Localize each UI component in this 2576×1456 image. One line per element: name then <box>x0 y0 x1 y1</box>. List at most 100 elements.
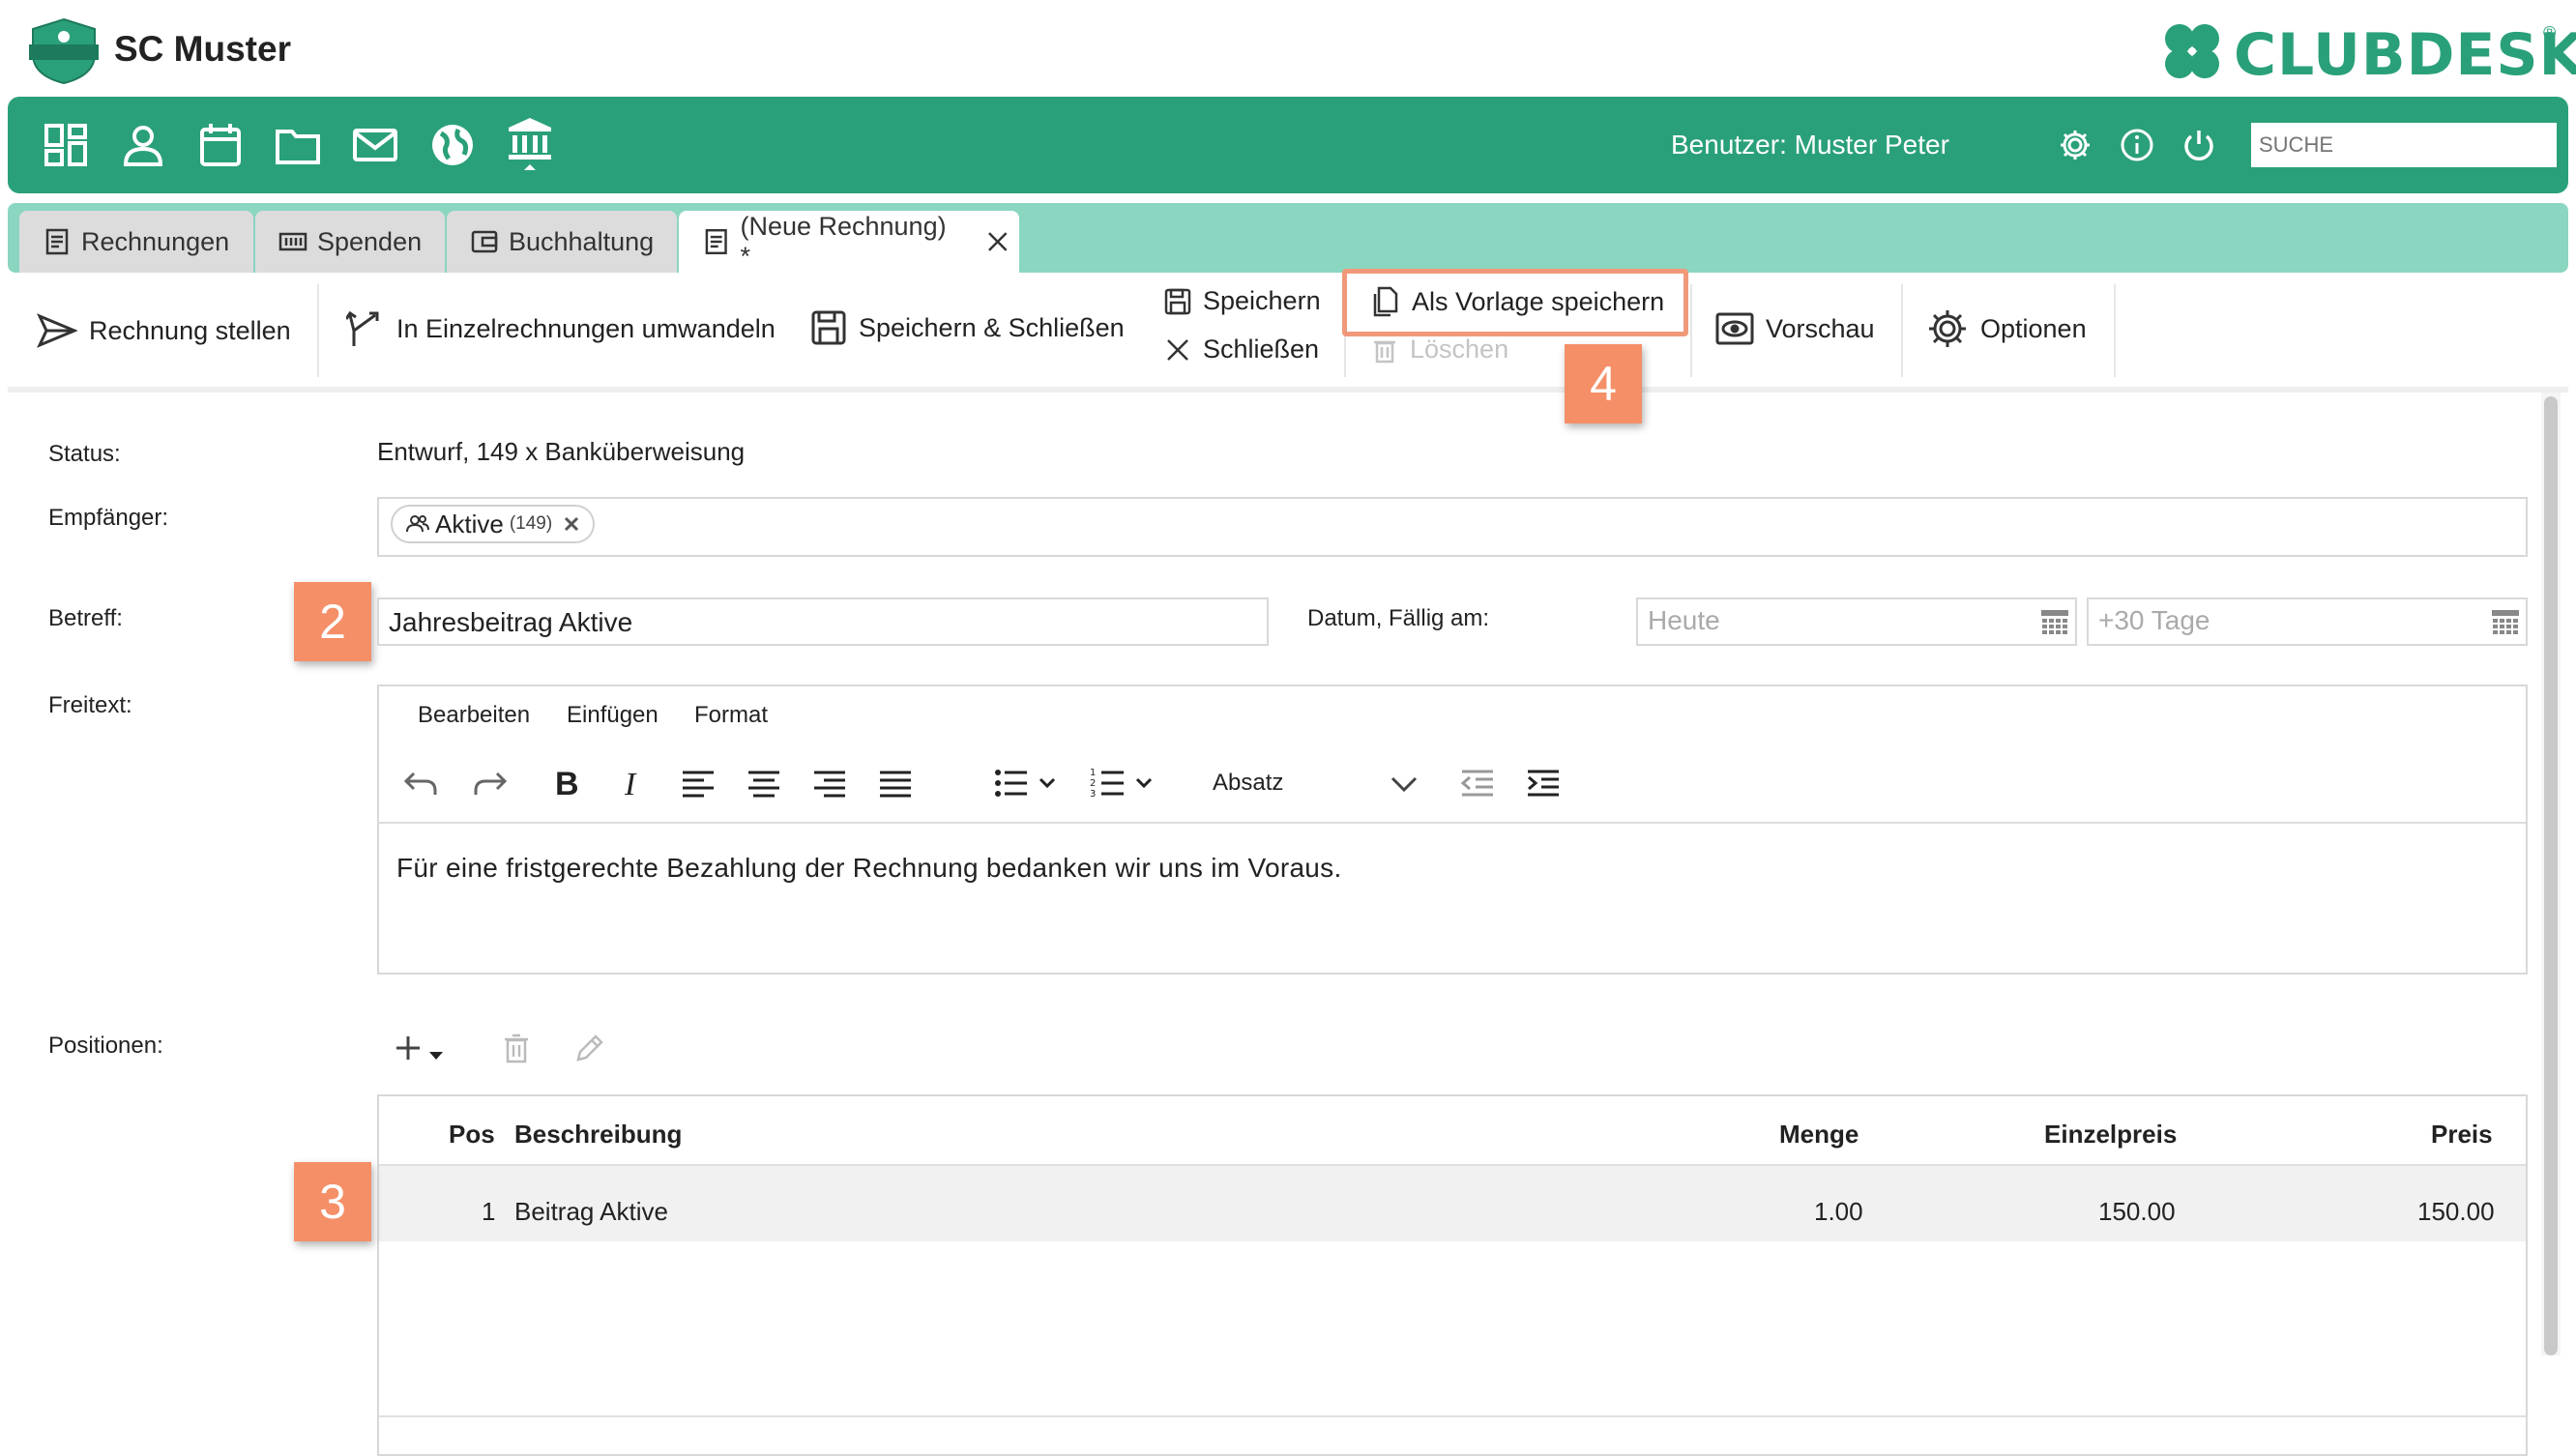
tab-spenden[interactable]: Spenden <box>255 211 445 273</box>
folder-icon[interactable] <box>275 122 321 168</box>
edit-icon[interactable] <box>574 1033 605 1063</box>
floppy-icon <box>811 310 846 345</box>
rich-text-editor: Bearbeiten Einfügen Format B I 123 Absat… <box>377 684 2528 975</box>
search-input[interactable] <box>2251 123 2557 167</box>
scrollbar-thumb[interactable] <box>2544 396 2558 1355</box>
justify-icon[interactable] <box>876 764 915 802</box>
freetext-label: Freitext: <box>48 692 132 718</box>
globe-icon[interactable] <box>429 122 476 168</box>
calendar-icon[interactable] <box>2491 609 2520 636</box>
callout-badge-3: 3 <box>294 1162 371 1241</box>
positions-label: Positionen: <box>48 1033 163 1059</box>
menu-bearbeiten[interactable]: Bearbeiten <box>418 702 530 729</box>
recipient-field[interactable]: Aktive (149) <box>377 497 2528 557</box>
tab-rechnungen[interactable]: Rechnungen <box>19 211 253 273</box>
clubdesk-wordmark: CLUBDESK <box>2234 21 2576 89</box>
dashboard-icon[interactable] <box>43 122 89 168</box>
col-header-quantity[interactable]: Menge <box>1779 1120 1859 1150</box>
send-icon <box>37 313 77 348</box>
save-button[interactable]: Speichern <box>1164 286 1321 316</box>
due-date-input[interactable]: +30 Tage <box>2087 597 2528 646</box>
redo-icon[interactable] <box>470 764 509 802</box>
donation-icon <box>278 232 307 251</box>
cell-quantity: 1.00 <box>1814 1197 1863 1226</box>
options-button[interactable]: Optionen <box>1926 307 2087 350</box>
align-left-icon[interactable] <box>679 764 717 802</box>
callout-badge-2: 2 <box>294 582 371 661</box>
save-close-button[interactable]: Speichern & Schließen <box>810 309 1125 346</box>
split-invoice-button[interactable]: In Einzelrechnungen umwandeln <box>346 309 776 348</box>
person-icon[interactable] <box>120 122 166 168</box>
split-icon <box>346 310 379 346</box>
gear-icon[interactable] <box>2058 128 2093 162</box>
align-right-icon[interactable] <box>810 764 849 802</box>
mail-icon[interactable] <box>352 122 398 168</box>
tab-label: (Neue Rechnung) * <box>740 212 947 271</box>
italic-icon[interactable]: I <box>613 764 652 802</box>
status-label: Status: <box>48 441 121 467</box>
cell-description: Beitrag Aktive <box>514 1197 668 1226</box>
current-user: Benutzer: Muster Peter <box>1671 130 1949 160</box>
invoice-icon <box>705 228 727 255</box>
col-header-unit-price[interactable]: Einzelpreis <box>2044 1120 2177 1150</box>
col-header-pos[interactable]: Pos <box>449 1120 495 1150</box>
col-header-description[interactable]: Beschreibung <box>514 1120 682 1150</box>
block-format-select[interactable]: Absatz <box>1213 770 1283 797</box>
menu-einfuegen[interactable]: Einfügen <box>567 702 659 729</box>
positions-table: Pos Beschreibung Menge Einzelpreis Preis… <box>377 1094 2528 1456</box>
chevron-down-icon[interactable] <box>1385 764 1423 802</box>
tab-neue-rechnung[interactable]: (Neue Rechnung) * <box>679 211 1019 273</box>
delete-button[interactable]: Löschen <box>1371 335 1508 364</box>
menu-format[interactable]: Format <box>694 702 768 729</box>
club-logo <box>27 17 101 85</box>
issue-invoice-button[interactable]: Rechnung stellen <box>37 313 291 348</box>
date-label: Datum, Fällig am: <box>1307 605 1490 631</box>
svg-text:1: 1 <box>1090 768 1096 778</box>
remove-chip-icon[interactable] <box>564 516 579 532</box>
registered-mark: ® <box>2543 23 2557 43</box>
bank-icon[interactable] <box>507 116 553 178</box>
align-center-icon[interactable] <box>745 764 783 802</box>
invoice-icon <box>45 228 69 255</box>
outdent-icon[interactable] <box>1458 764 1497 802</box>
svg-text:I: I <box>624 767 637 802</box>
undo-icon[interactable] <box>402 764 441 802</box>
group-icon <box>406 515 429 533</box>
calendar-icon[interactable] <box>197 122 244 168</box>
tab-buchhaltung[interactable]: Buchhaltung <box>447 211 677 273</box>
tab-label: Buchhaltung <box>509 226 655 256</box>
tab-label: Spenden <box>317 226 423 256</box>
callout-badge-4: 4 <box>1565 344 1642 423</box>
indent-icon[interactable] <box>1524 764 1563 802</box>
preview-icon <box>1715 312 1754 345</box>
subject-label: Betreff: <box>48 605 123 631</box>
calendar-icon[interactable] <box>2040 609 2069 636</box>
floppy-icon <box>1164 288 1191 314</box>
svg-text:3: 3 <box>1090 789 1096 800</box>
info-icon[interactable] <box>2120 128 2154 162</box>
close-tab-icon[interactable] <box>986 230 1010 253</box>
add-position-icon[interactable] <box>395 1031 453 1065</box>
cell-pos: 1 <box>482 1197 496 1226</box>
recipient-chip[interactable]: Aktive (149) <box>391 505 596 543</box>
table-row[interactable] <box>379 1164 2526 1241</box>
date-input[interactable]: Heute <box>1636 597 2077 646</box>
preview-button[interactable]: Vorschau <box>1715 311 1875 346</box>
numbered-list-icon[interactable]: 123 <box>1089 764 1156 802</box>
main-navigation: Benutzer: Muster Peter <box>8 97 2568 193</box>
cell-price: 150.00 <box>2417 1197 2495 1226</box>
trash-icon <box>1374 340 1395 363</box>
col-header-price[interactable]: Preis <box>2431 1120 2493 1150</box>
recipient-label: Empfänger: <box>48 505 169 531</box>
svg-text:B: B <box>555 766 579 802</box>
subject-input[interactable]: Jahresbeitrag Aktive <box>377 597 1269 646</box>
bullet-list-icon[interactable] <box>992 764 1060 802</box>
bold-icon[interactable]: B <box>547 764 586 802</box>
gear-icon <box>1929 310 1966 347</box>
power-icon[interactable] <box>2181 128 2216 162</box>
trash-icon[interactable] <box>503 1033 530 1063</box>
tab-bar: Rechnungen Spenden Buchhaltung (Neue Rec… <box>8 203 2568 273</box>
close-button[interactable]: Schließen <box>1164 335 1319 364</box>
editor-divider <box>379 822 2526 824</box>
editor-content[interactable]: Für eine fristgerechte Bezahlung der Rec… <box>396 853 1342 884</box>
